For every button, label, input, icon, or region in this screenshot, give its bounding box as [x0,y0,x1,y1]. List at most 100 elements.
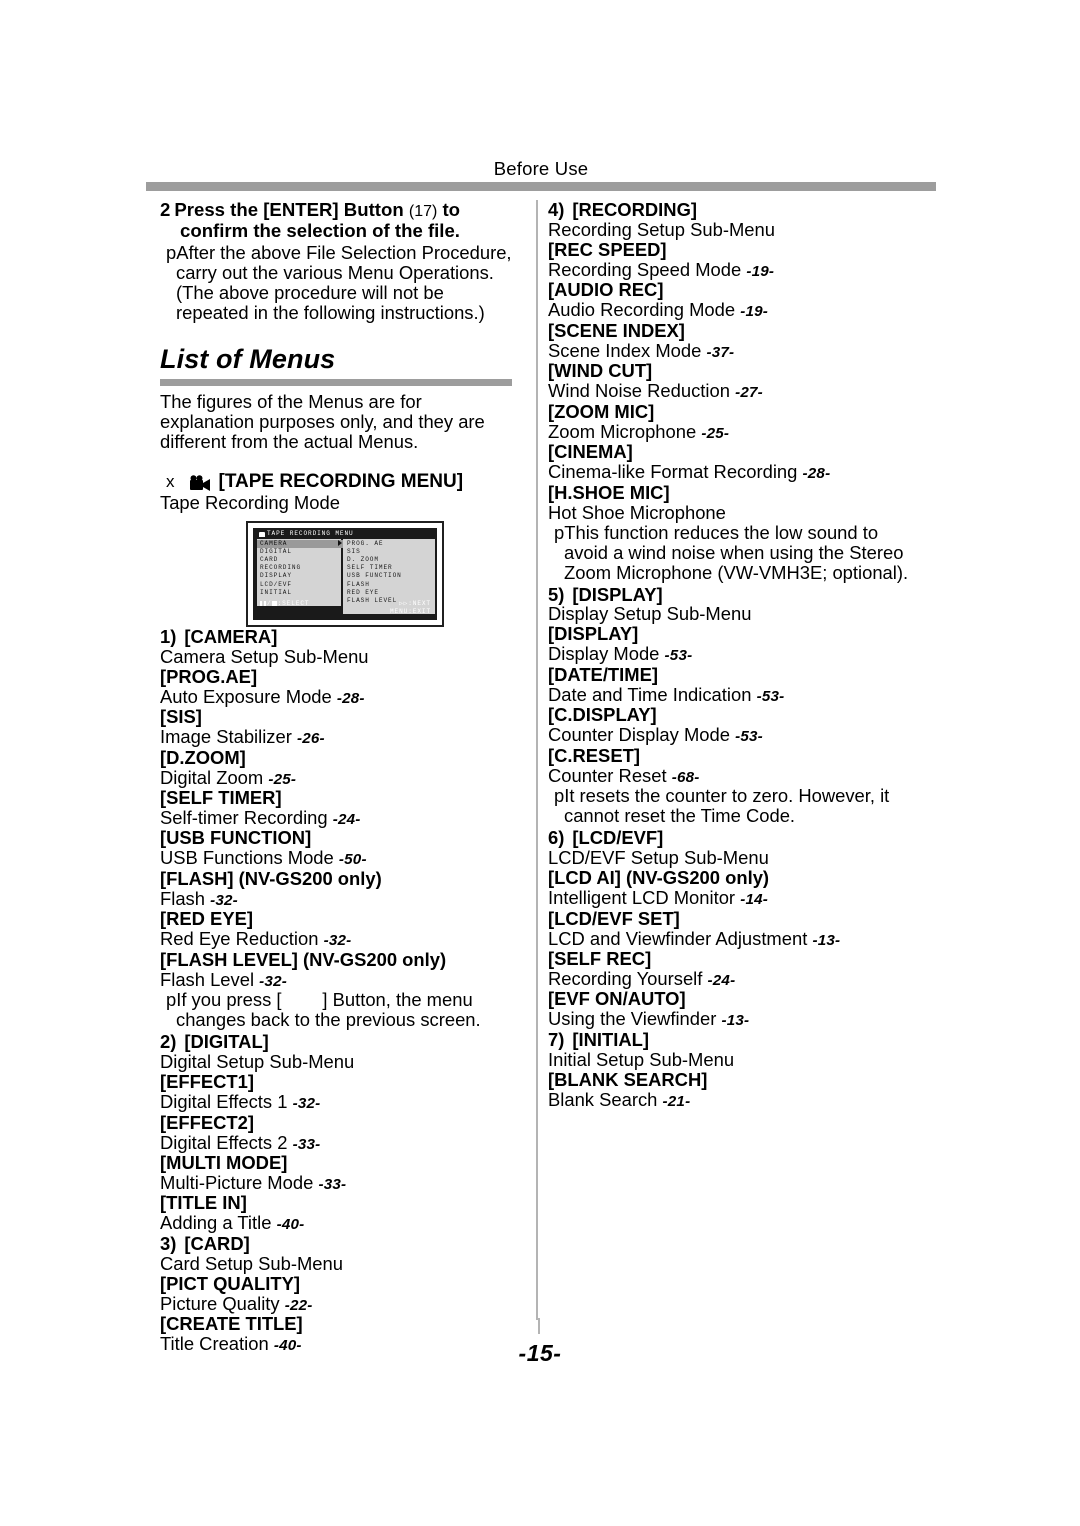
menu-key: [DISPLAY] [548,623,639,645]
group-note: pIt resets the counter to zero. However,… [554,785,890,827]
menu-key: [EFFECT2] [160,1111,254,1133]
group-number: 3) [160,1232,177,1254]
menu-desc: Digital Effects 2 -33- [160,1131,321,1153]
osd-left-item[interactable]: DIGITAL [260,548,341,556]
group-subtitle: LCD/EVF Setup Sub-Menu [548,847,769,869]
group-subtitle: Initial Setup Sub-Menu [548,1048,735,1070]
menu-desc: Using the Viewfinder -13- [548,1008,750,1030]
menu-desc: Image Stabilizer -26- [160,726,325,748]
osd-selection-caret-icon [338,539,342,546]
osd-screen: TAPE RECORDING MENU CAMERA DIGITAL CARD … [246,520,444,627]
page-ref: -32- [292,1095,321,1113]
page-ref: -33- [292,1135,321,1153]
osd-right-item[interactable]: SIS [347,548,435,556]
osd-right-item[interactable]: FLASH [347,581,435,589]
menu-desc: Auto Exposure Mode -28- [160,685,365,707]
page-ref: -25- [701,424,730,442]
manual-page: Before Use 2 Press the [ENTER] Button (17… [0,0,1080,1526]
group-number: 7) [548,1028,565,1050]
section-intro: The figures of the Menus are for explana… [160,391,485,453]
running-head: Before Use [493,158,589,179]
menu-desc: Multi-Picture Mode -33- [160,1172,347,1193]
page-ref: -53- [735,728,763,746]
menu-key: [SIS] [160,706,202,728]
menu-key: [C.DISPLAY] [548,704,657,726]
osd-right-item[interactable]: PROG. AE [347,540,435,548]
page-ref: -37- [706,343,735,361]
menu-desc: Flash Level -32- [160,968,287,990]
osd-figure: TAPE RECORDING MENU CAMERA DIGITAL CARD … [246,520,444,627]
menu-key: [H.SHOE MIC] [548,481,670,503]
tape-recording-menu-label: [TAPE RECORDING MENU] [218,471,464,493]
column-divider [536,200,538,1320]
menu-key: [WIND CUT] [548,360,653,382]
osd-left-item[interactable]: LCD/EVF [260,581,341,589]
menu-key: [TITLE IN] [160,1192,247,1214]
osd-right-item[interactable]: USB FUNCTION [347,572,435,580]
menu-desc: USB Functions Mode -50- [160,847,367,869]
tape-recording-menu-heading: x [TAPE RECORDING MENU] [160,471,512,493]
osd-left-item[interactable]: INITIAL [260,589,341,597]
page-ref: -24- [707,972,736,989]
menu-desc: Intelligent LCD Monitor -14- [548,887,768,909]
osd-left-panel: CAMERA DIGITAL CARD RECORDING DISPLAY LC… [257,538,344,606]
group-heading: 2) [DIGITAL] [160,1032,512,1052]
menu-desc: Zoom Microphone -25- [548,420,730,442]
page-ref: -19- [740,303,769,321]
menu-desc: Blank Search -21- [548,1088,691,1110]
group-heading: 6) [LCD/EVF] [548,828,926,848]
page-ref: -28- [802,465,831,483]
page-ref: -32- [259,972,287,990]
menu-desc: Recording Speed Mode -19- [548,258,775,280]
osd-next-hint: ▷▷:NEXT [399,599,431,607]
menu-key: [PICT QUALITY] [160,1272,300,1294]
osd-right-item[interactable]: D. ZOOM [347,556,435,564]
menu-key: [FLASH LEVEL] (NV-GS200 only) [160,948,447,970]
page-ref: -21- [662,1092,691,1110]
group-note: pIf you press [ ] Button, the menu chang… [166,989,481,1031]
bullet-x-mark: x [166,472,175,492]
group-name: [LCD/EVF] [572,827,664,849]
menu-key: [SELF TIMER] [160,786,282,808]
menu-key: [MULTI MODE] [160,1152,288,1174]
menu-desc: Cinema-like Format Recording -28- [548,461,831,483]
page-ref: -32- [210,891,238,909]
pause-icon [260,600,266,606]
menu-key: [SCENE INDEX] [548,319,685,341]
menu-key: [DATE/TIME] [548,663,658,685]
page-ref: -13- [812,931,841,949]
osd-left-item[interactable]: RECORDING [260,564,341,572]
page-number: -15- [518,1340,562,1366]
menu-key: [EVF ON/AUTO] [548,988,686,1010]
menu-key: [AUDIO REC] [548,279,664,301]
menu-desc: Scene Index Mode -37- [548,339,735,361]
group-name: [DISPLAY] [572,583,663,605]
menu-desc: Audio Recording Mode -19- [548,299,769,321]
page-ref: -19- [746,262,775,280]
menu-key: [RED EYE] [160,908,253,930]
group-number: 1) [160,625,177,647]
osd-right-item[interactable]: SELF TIMER [347,564,435,572]
group-heading: 3) [CARD] [160,1232,512,1254]
page-ref: -14- [740,891,768,909]
group-subtitle: Display Setup Sub-Menu [548,603,752,625]
menu-desc: Picture Quality -22- [160,1292,313,1314]
osd-inner: TAPE RECORDING MENU CAMERA DIGITAL CARD … [253,527,437,620]
page-ref: -13- [721,1012,750,1030]
menu-desc: Wind Noise Reduction -27- [548,380,763,402]
page-ref: -40- [276,1216,305,1234]
page-ref: -28- [336,689,365,707]
osd-title-bar: TAPE RECORDING MENU [257,529,435,539]
menu-desc: Flash -32- [160,887,238,909]
group-subtitle: Digital Setup Sub-Menu [160,1051,355,1073]
tape-recording-mode-subtitle: Tape Recording Mode [160,491,340,513]
menu-key: [ZOOM MIC] [548,400,655,422]
osd-left-item[interactable]: CARD [260,556,341,564]
menu-desc: Digital Zoom -25- [160,766,297,788]
osd-left-item[interactable]: DISPLAY [260,572,341,580]
osd-left-item[interactable]: CAMERA [257,539,344,548]
group-number: 4) [548,199,565,220]
group-name: [CAMERA] [184,625,278,647]
menu-desc: Red Eye Reduction -32- [160,928,352,950]
osd-right-item[interactable]: RED EYE [347,589,435,597]
